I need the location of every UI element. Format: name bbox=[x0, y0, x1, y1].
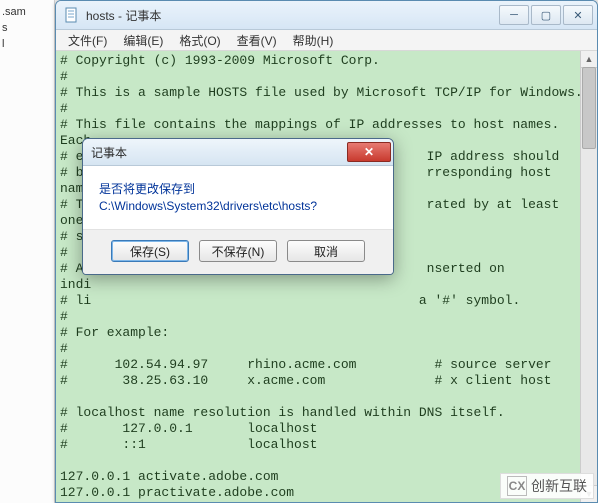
menu-view[interactable]: 查看(V) bbox=[229, 30, 285, 51]
dialog-message-line2: C:\Windows\System32\drivers\etc\hosts? bbox=[99, 199, 377, 213]
dont-save-button[interactable]: 不保存(N) bbox=[199, 240, 277, 262]
window-titlebar[interactable]: hosts - 记事本 ─ ▢ ✕ bbox=[56, 1, 597, 30]
menubar: 文件(F) 编辑(E) 格式(O) 查看(V) 帮助(H) bbox=[56, 30, 597, 51]
vertical-scrollbar[interactable]: ▲ ▼ bbox=[580, 51, 597, 502]
dialog-message-line1: 是否将更改保存到 bbox=[99, 180, 377, 197]
watermark-text: 创新互联 bbox=[531, 476, 587, 496]
menu-format[interactable]: 格式(O) bbox=[171, 30, 228, 51]
close-icon: ✕ bbox=[364, 145, 374, 159]
explorer-file-list-fragment: .sam s l bbox=[0, 0, 55, 503]
dialog-titlebar[interactable]: 记事本 ✕ bbox=[83, 139, 393, 166]
dialog-title: 记事本 bbox=[91, 144, 347, 161]
list-item: s bbox=[2, 20, 52, 36]
minimize-button[interactable]: ─ bbox=[499, 5, 529, 25]
menu-edit[interactable]: 编辑(E) bbox=[115, 30, 171, 51]
dialog-close-button[interactable]: ✕ bbox=[347, 142, 391, 162]
text-editor[interactable]: # Copyright (c) 1993-2009 Microsoft Corp… bbox=[56, 51, 580, 502]
list-item: .sam bbox=[2, 4, 52, 20]
menu-file[interactable]: 文件(F) bbox=[60, 30, 115, 51]
notepad-icon bbox=[64, 7, 80, 23]
cancel-button[interactable]: 取消 bbox=[287, 240, 365, 262]
list-item: l bbox=[2, 36, 52, 52]
menu-help[interactable]: 帮助(H) bbox=[285, 30, 342, 51]
scroll-thumb[interactable] bbox=[582, 67, 596, 149]
watermark: CX 创新互联 bbox=[500, 473, 594, 499]
scroll-up-arrow-icon[interactable]: ▲ bbox=[581, 51, 597, 68]
watermark-logo-icon: CX bbox=[507, 476, 527, 496]
dialog-message: 是否将更改保存到 C:\Windows\System32\drivers\etc… bbox=[83, 166, 393, 229]
save-button[interactable]: 保存(S) bbox=[111, 240, 189, 262]
close-button[interactable]: ✕ bbox=[563, 5, 593, 25]
maximize-button[interactable]: ▢ bbox=[531, 5, 561, 25]
save-confirm-dialog: 记事本 ✕ 是否将更改保存到 C:\Windows\System32\drive… bbox=[82, 138, 394, 275]
window-title: hosts - 记事本 bbox=[86, 7, 499, 24]
dialog-button-row: 保存(S) 不保存(N) 取消 bbox=[83, 229, 393, 274]
editor-area-wrap: # Copyright (c) 1993-2009 Microsoft Corp… bbox=[56, 51, 597, 502]
